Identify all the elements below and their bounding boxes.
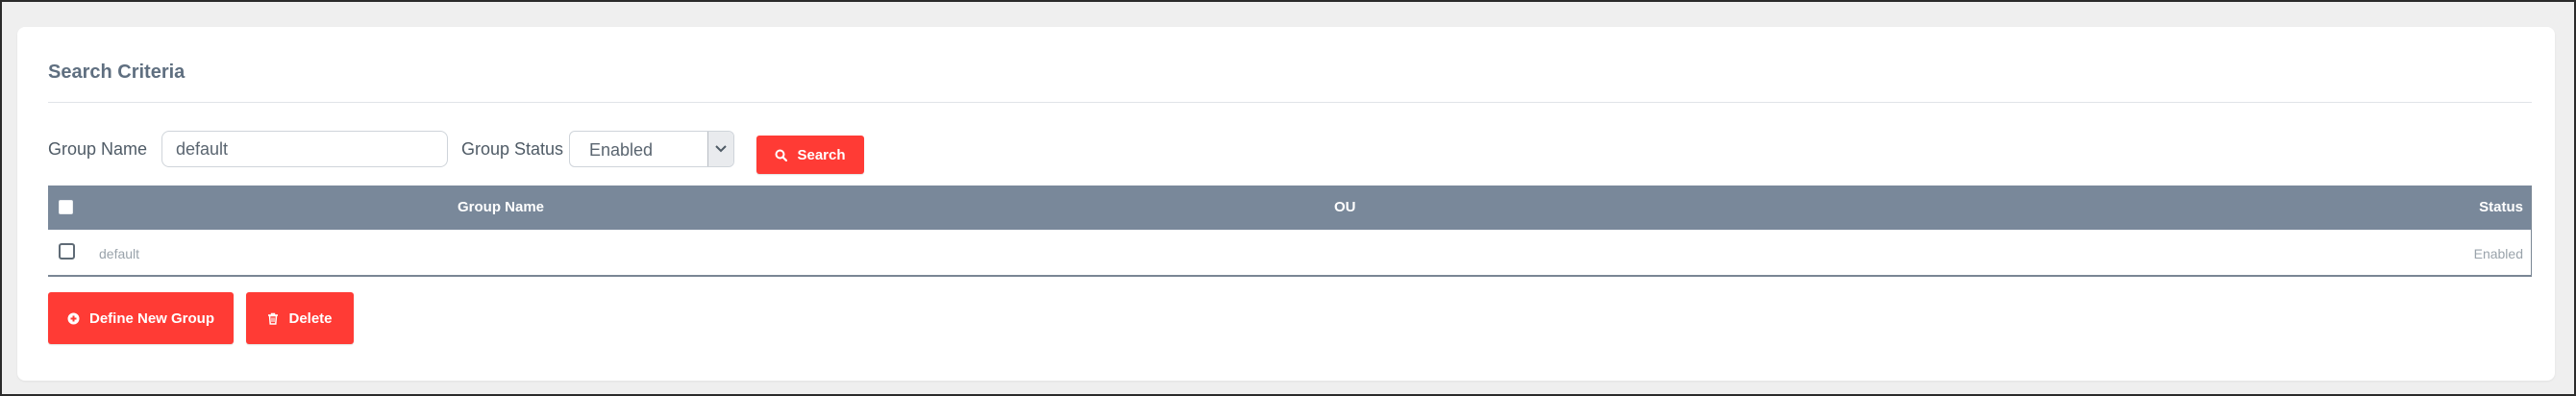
panel-title: Search Criteria	[48, 62, 186, 83]
define-new-group-button[interactable]: Define New Group	[48, 292, 234, 344]
group-name-input[interactable]	[161, 131, 448, 167]
column-header-ou[interactable]: OU	[1334, 199, 1356, 215]
search-icon	[775, 149, 788, 161]
delete-button[interactable]: Delete	[246, 292, 354, 344]
row-checkbox[interactable]	[59, 243, 75, 260]
title-divider	[48, 102, 2532, 103]
chevron-down-icon[interactable]	[707, 132, 733, 166]
group-status-value: Enabled	[589, 140, 654, 160]
table-header: Group Name OU Status	[48, 186, 2531, 230]
cell-status: Enabled	[2473, 246, 2523, 261]
search-button[interactable]: Search	[756, 136, 864, 174]
cell-group-name: default	[99, 246, 140, 261]
trash-icon	[267, 312, 279, 325]
delete-label: Delete	[288, 309, 333, 327]
plus-circle-icon	[67, 312, 80, 325]
app-frame: Search Criteria Group Name Group Status …	[0, 0, 2576, 396]
search-panel: Search Criteria Group Name Group Status …	[17, 27, 2555, 381]
groups-table: Group Name OU Status default Enabled	[48, 186, 2532, 277]
define-new-group-label: Define New Group	[88, 309, 214, 327]
group-status-label: Group Status	[461, 139, 564, 159]
select-all-checkbox[interactable]	[59, 200, 73, 214]
table-row[interactable]: default Enabled	[48, 230, 2531, 275]
column-header-group-name[interactable]: Group Name	[458, 199, 544, 215]
group-status-select[interactable]: Enabled	[569, 131, 734, 167]
column-header-status[interactable]: Status	[2479, 199, 2523, 215]
group-name-label: Group Name	[48, 139, 148, 159]
search-button-label: Search	[797, 146, 846, 163]
